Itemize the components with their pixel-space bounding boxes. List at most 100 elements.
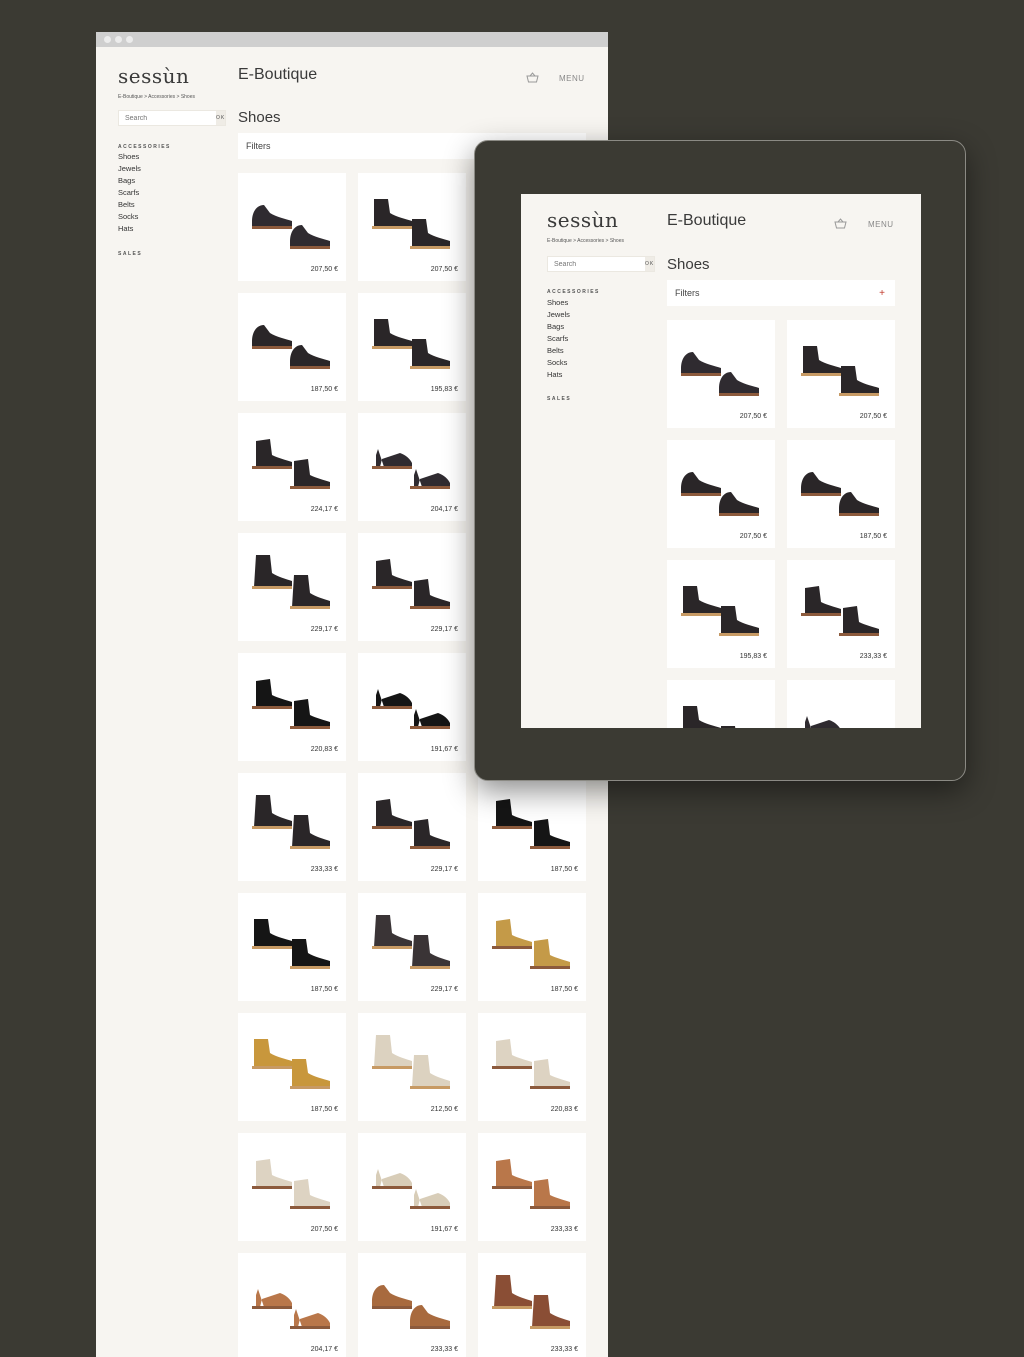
sidebar-item-bags[interactable]: Bags: [547, 321, 570, 333]
product-card[interactable]: 233,33 €: [238, 773, 346, 881]
product-price: 229,17 €: [430, 866, 458, 873]
shoe-image: [681, 352, 759, 396]
basket-icon[interactable]: [526, 72, 539, 83]
basket-icon[interactable]: [834, 218, 847, 229]
sidebar-sales-link[interactable]: SALES: [547, 396, 571, 402]
product-card[interactable]: 204,17 €: [358, 413, 466, 521]
sidebar-item-belts[interactable]: Belts: [547, 345, 570, 357]
filters-bar[interactable]: Filters +: [667, 280, 895, 306]
sidebar-sales-link[interactable]: SALES: [118, 251, 142, 257]
product-card[interactable]: 207,50 €: [238, 1133, 346, 1241]
window-minimize-dot[interactable]: [115, 36, 122, 43]
sidebar-item-shoes[interactable]: Shoes: [118, 151, 141, 163]
product-price: 233,33 €: [310, 866, 338, 873]
product-card[interactable]: [787, 680, 895, 728]
shoe-image: [372, 319, 450, 369]
sidebar-category-list: Shoes Jewels Bags Scarfs Belts Socks Hat…: [547, 297, 570, 381]
shoe-image: [492, 1159, 570, 1209]
header-title[interactable]: E-Boutique: [667, 212, 746, 230]
shoe-image: [492, 1275, 570, 1329]
product-card[interactable]: 220,83 €: [478, 1013, 586, 1121]
product-price: 191,67 €: [430, 746, 458, 753]
product-price: 187,50 €: [310, 1106, 338, 1113]
product-card[interactable]: 212,50 €: [358, 1013, 466, 1121]
product-card[interactable]: [667, 680, 775, 728]
product-card[interactable]: 233,33 €: [358, 1253, 466, 1357]
product-card[interactable]: 195,83 €: [667, 560, 775, 668]
menu-button[interactable]: MENU: [868, 220, 894, 229]
sidebar-item-bags[interactable]: Bags: [118, 175, 141, 187]
search-input[interactable]: [119, 111, 216, 125]
product-card[interactable]: 207,50 €: [238, 173, 346, 281]
search-ok-button[interactable]: OK: [645, 257, 655, 271]
sidebar-item-scarfs[interactable]: Scarfs: [547, 333, 570, 345]
shoe-image: [372, 1285, 450, 1329]
sidebar-item-socks[interactable]: Socks: [547, 357, 570, 369]
shoe-image: [372, 915, 450, 969]
sidebar-item-jewels[interactable]: Jewels: [118, 163, 141, 175]
product-card[interactable]: 233,33 €: [787, 560, 895, 668]
product-price: 207,50 €: [310, 1226, 338, 1233]
product-card[interactable]: 187,50 €: [238, 1013, 346, 1121]
brand-logo[interactable]: sessùn: [118, 64, 189, 88]
product-card[interactable]: 229,17 €: [358, 893, 466, 1001]
product-card[interactable]: 187,50 €: [787, 440, 895, 548]
search-ok-button[interactable]: OK: [216, 111, 226, 125]
shoe-image: [801, 586, 879, 636]
product-card[interactable]: 187,50 €: [238, 893, 346, 1001]
header-title[interactable]: E-Boutique: [238, 66, 317, 84]
product-price: 187,50 €: [310, 986, 338, 993]
product-card[interactable]: 195,83 €: [358, 293, 466, 401]
product-price: 187,50 €: [550, 986, 578, 993]
shoe-image: [372, 799, 450, 849]
product-card[interactable]: 224,17 €: [238, 413, 346, 521]
window-maximize-dot[interactable]: [126, 36, 133, 43]
product-card[interactable]: 229,17 €: [358, 533, 466, 641]
product-card[interactable]: 191,67 €: [358, 653, 466, 761]
product-card[interactable]: 204,17 €: [238, 1253, 346, 1357]
menu-button[interactable]: MENU: [559, 74, 585, 83]
product-price: 207,50 €: [859, 413, 887, 420]
shoe-image: [801, 472, 879, 516]
sidebar-item-jewels[interactable]: Jewels: [547, 309, 570, 321]
sidebar-item-scarfs[interactable]: Scarfs: [118, 187, 141, 199]
product-grid: 207,50 € 207,50 € 207,50 € 187,50 € 195,83 €…: [667, 320, 895, 728]
breadcrumb[interactable]: E-Boutique > Accessories > Shoes: [547, 238, 624, 244]
sidebar-heading: ACCESSORIES: [118, 144, 171, 150]
sidebar-item-hats[interactable]: Hats: [547, 369, 570, 381]
brand-logo[interactable]: sessùn: [547, 208, 618, 232]
product-card[interactable]: 229,17 €: [358, 773, 466, 881]
product-card[interactable]: 187,50 €: [238, 293, 346, 401]
product-price: 195,83 €: [430, 386, 458, 393]
filters-label: Filters: [246, 141, 271, 151]
product-card[interactable]: 207,50 €: [787, 320, 895, 428]
product-card[interactable]: 229,17 €: [238, 533, 346, 641]
product-card[interactable]: 207,50 €: [667, 320, 775, 428]
window-close-dot[interactable]: [104, 36, 111, 43]
search-input[interactable]: [548, 257, 645, 271]
shoe-image: [681, 472, 759, 516]
sidebar-item-belts[interactable]: Belts: [118, 199, 141, 211]
breadcrumb[interactable]: E-Boutique > Accessories > Shoes: [118, 94, 195, 100]
product-card[interactable]: 187,50 €: [478, 773, 586, 881]
product-price: 212,50 €: [430, 1106, 458, 1113]
sidebar-item-shoes[interactable]: Shoes: [547, 297, 570, 309]
filters-expand-icon[interactable]: +: [879, 288, 885, 299]
product-card[interactable]: 207,50 €: [667, 440, 775, 548]
shoe-image: [252, 1289, 330, 1329]
product-price: 187,50 €: [550, 866, 578, 873]
product-card[interactable]: 191,67 €: [358, 1133, 466, 1241]
product-card[interactable]: 220,83 €: [238, 653, 346, 761]
sidebar-item-socks[interactable]: Socks: [118, 211, 141, 223]
product-card[interactable]: 233,33 €: [478, 1133, 586, 1241]
product-card[interactable]: 187,50 €: [478, 893, 586, 1001]
tablet-screen: sessùn E-Boutique > Accessories > Shoes …: [521, 194, 921, 728]
product-card[interactable]: 233,33 €: [478, 1253, 586, 1357]
shoe-image: [252, 439, 330, 489]
product-card[interactable]: 207,50 €: [358, 173, 466, 281]
search-box: OK: [547, 256, 655, 272]
shoe-image: [372, 1169, 450, 1209]
page-title: Shoes: [238, 109, 281, 126]
product-price: 207,50 €: [310, 266, 338, 273]
sidebar-item-hats[interactable]: Hats: [118, 223, 141, 235]
